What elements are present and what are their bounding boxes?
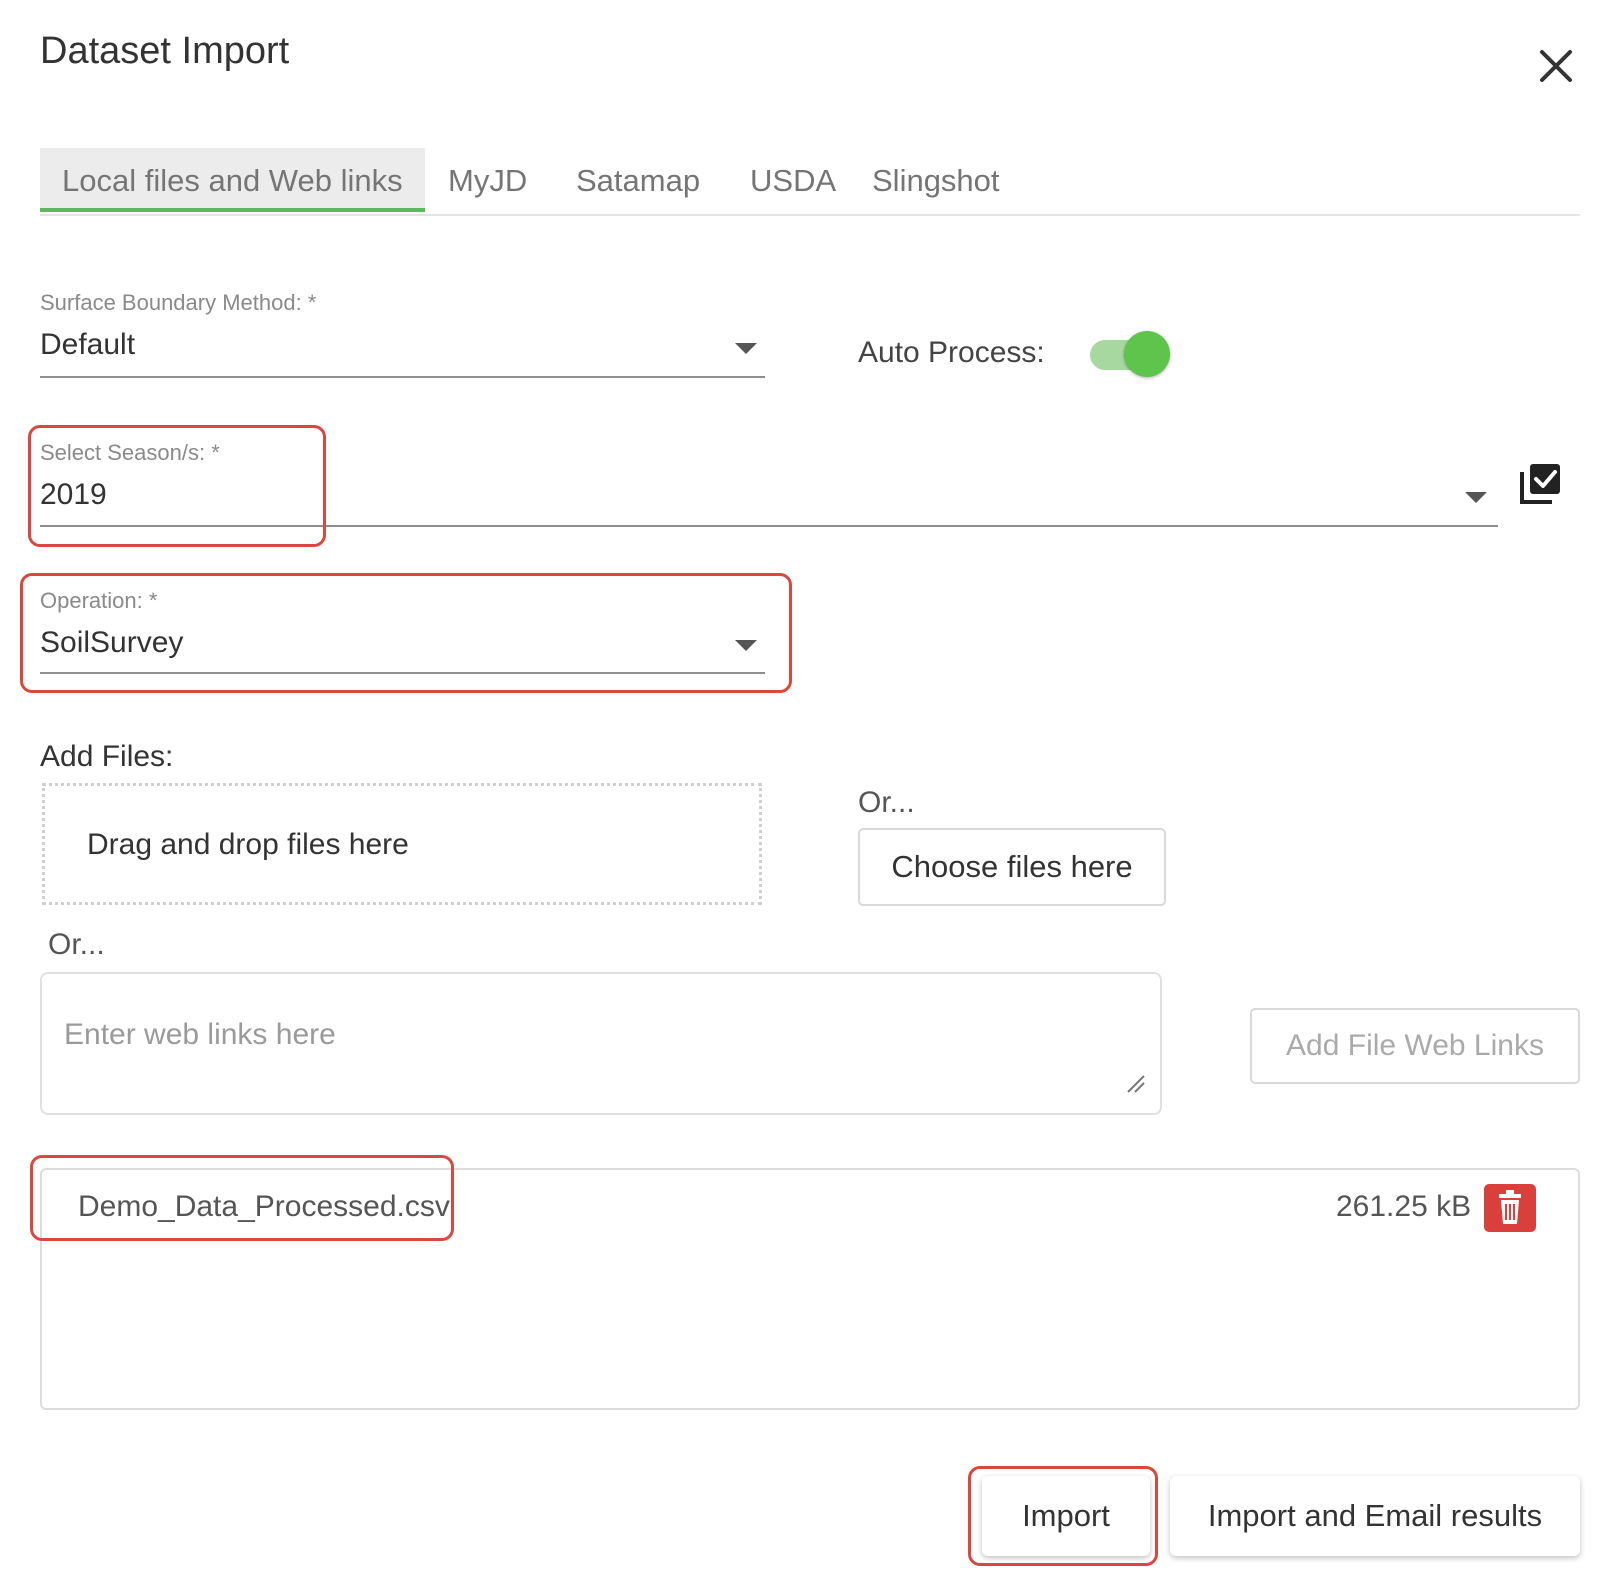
resize-handle-icon[interactable] bbox=[1124, 1072, 1146, 1099]
file-dropzone[interactable]: Drag and drop files here bbox=[42, 783, 762, 905]
delete-file-trash-icon[interactable] bbox=[1484, 1184, 1536, 1232]
add-files-label: Add Files: bbox=[40, 740, 174, 773]
file-size: 261.25 kB bbox=[1336, 1190, 1472, 1223]
operation-chevron-down-icon[interactable] bbox=[735, 640, 757, 651]
season-chevron-down-icon[interactable] bbox=[1465, 492, 1487, 503]
surface-boundary-underline bbox=[40, 376, 765, 378]
tab-satamap[interactable]: Satamap bbox=[576, 148, 700, 214]
tab-local-files[interactable]: Local files and Web links bbox=[40, 148, 425, 212]
or-text: Or... bbox=[858, 786, 915, 819]
select-all-checkbox-icon[interactable] bbox=[1518, 460, 1564, 506]
close-icon[interactable] bbox=[1536, 46, 1576, 86]
surface-boundary-value[interactable]: Default bbox=[40, 328, 135, 362]
surface-boundary-chevron-down-icon[interactable] bbox=[735, 343, 757, 354]
operation-underline bbox=[40, 672, 765, 674]
operation-label: Operation: * bbox=[40, 588, 158, 613]
add-file-web-links-button[interactable]: Add File Web Links bbox=[1250, 1008, 1580, 1084]
web-links-input[interactable]: Enter web links here bbox=[40, 972, 1162, 1115]
season-underline bbox=[40, 525, 1498, 527]
file-name: Demo_Data_Processed.csv bbox=[78, 1190, 450, 1223]
season-value[interactable]: 2019 bbox=[40, 478, 107, 512]
dialog-title: Dataset Import bbox=[40, 30, 290, 72]
auto-process-label: Auto Process: bbox=[858, 336, 1045, 369]
web-links-placeholder: Enter web links here bbox=[64, 1018, 336, 1051]
tab-usda[interactable]: USDA bbox=[750, 148, 836, 214]
surface-boundary-label: Surface Boundary Method: * bbox=[40, 290, 317, 315]
import-and-email-button[interactable]: Import and Email results bbox=[1170, 1476, 1580, 1556]
file-list: Demo_Data_Processed.csv 261.25 kB bbox=[40, 1168, 1580, 1410]
season-label: Select Season/s: * bbox=[40, 440, 220, 465]
or-text-2: Or... bbox=[48, 928, 105, 961]
auto-process-toggle-knob[interactable] bbox=[1124, 331, 1170, 377]
choose-files-button[interactable]: Choose files here bbox=[858, 828, 1166, 906]
dropzone-text: Drag and drop files here bbox=[87, 828, 409, 861]
operation-value[interactable]: SoilSurvey bbox=[40, 626, 183, 660]
tab-myjd[interactable]: MyJD bbox=[448, 148, 527, 214]
tab-slingshot[interactable]: Slingshot bbox=[872, 148, 1000, 214]
import-button[interactable]: Import bbox=[982, 1476, 1150, 1556]
tab-bar: Local files and Web links MyJD Satamap U… bbox=[40, 148, 1580, 216]
